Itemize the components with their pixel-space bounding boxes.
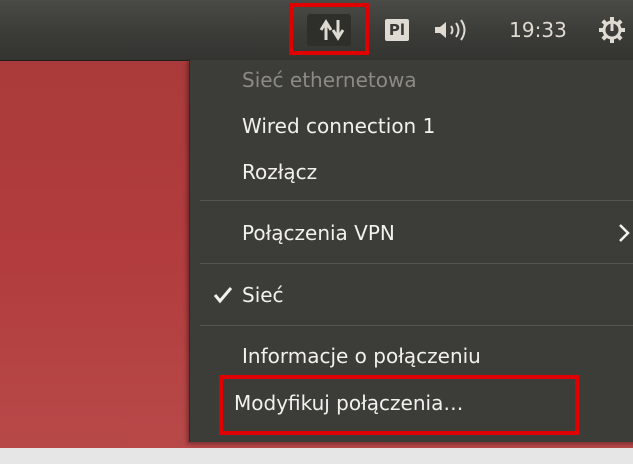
power-gear-icon xyxy=(599,17,625,43)
clock-indicator[interactable]: 19:33 xyxy=(496,0,580,60)
menu-separator xyxy=(200,263,633,264)
menu-item-label: Wired connection 1 xyxy=(242,114,436,138)
menu-separator xyxy=(200,200,633,201)
top-panel: Pl 19:33 xyxy=(0,0,633,61)
network-indicator[interactable] xyxy=(289,0,375,60)
desktop-bottom-edge xyxy=(0,448,633,464)
menu-item-disconnect[interactable]: Rozłącz xyxy=(190,152,633,192)
edit-connections-highlight-box xyxy=(219,375,579,435)
speaker-volume-icon xyxy=(435,19,466,41)
menu-item-network-toggle[interactable]: Sieć xyxy=(190,275,633,315)
session-indicator[interactable] xyxy=(592,0,632,60)
menu-header-ethernet: Sieć ethernetowa xyxy=(190,60,633,100)
menu-header-label: Sieć ethernetowa xyxy=(242,68,417,92)
menu-separator xyxy=(200,325,633,326)
menu-item-wired-connection[interactable]: Wired connection 1 xyxy=(190,106,633,146)
menu-item-label: Rozłącz xyxy=(242,160,318,184)
menu-item-label: Informacje o połączeniu xyxy=(242,344,481,368)
sound-indicator[interactable] xyxy=(428,0,476,60)
menu-item-label: Sieć xyxy=(242,283,284,307)
clock-time: 19:33 xyxy=(509,18,567,42)
keyboard-layout-label: Pl xyxy=(384,19,410,41)
checkmark-icon xyxy=(213,287,233,304)
menu-item-connection-info[interactable]: Informacje o połączeniu xyxy=(190,336,633,376)
menu-item-vpn-connections[interactable]: Połączenia VPN xyxy=(190,213,633,253)
chevron-right-icon xyxy=(619,224,630,242)
network-indicator-highlight-box xyxy=(289,3,369,55)
menu-item-label: Połączenia VPN xyxy=(242,221,395,245)
keyboard-layout-indicator[interactable]: Pl xyxy=(381,0,413,60)
